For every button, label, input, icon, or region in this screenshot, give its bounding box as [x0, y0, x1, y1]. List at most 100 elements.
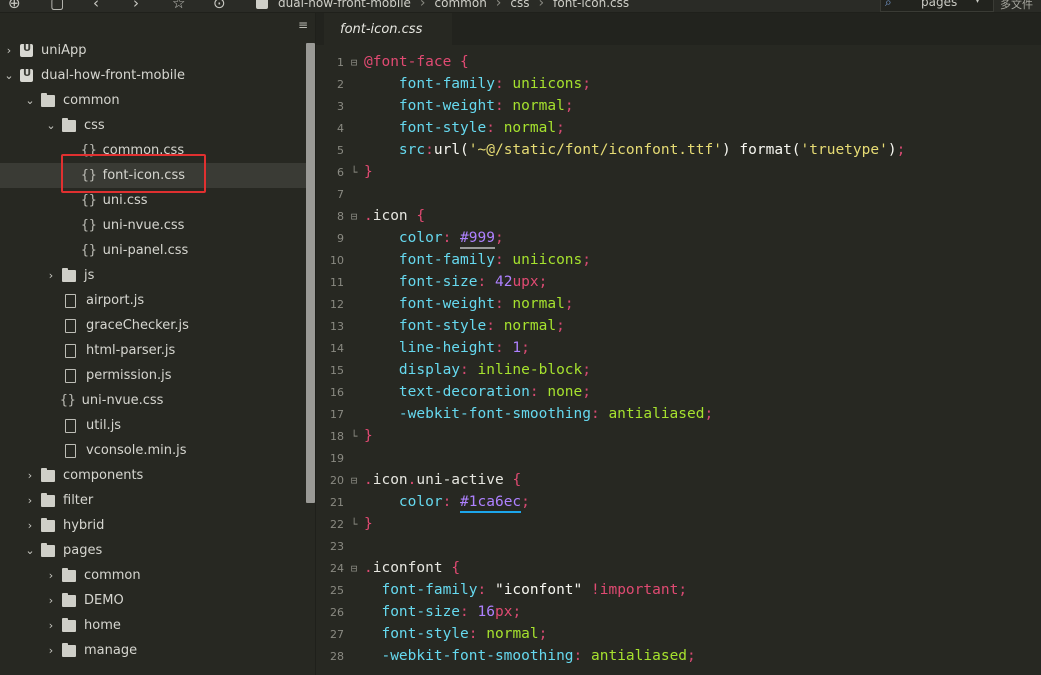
code-line[interactable]: 27 font-style: normal; [316, 623, 1041, 645]
tree-item[interactable]: ⌄ dual-how-front-mobile [0, 63, 310, 88]
chevron-right-icon[interactable]: › [46, 269, 56, 282]
code-line[interactable]: 14 line-height: 1; [316, 337, 1041, 359]
tree-item[interactable]: › hybrid [0, 513, 331, 538]
code-line[interactable]: 23 [316, 535, 1041, 557]
search-scope-value: pages [921, 0, 958, 9]
tree-item-label: html-parser.js [86, 343, 176, 358]
code-text: -webkit-font-smoothing: antialiased; [398, 406, 714, 422]
code-line[interactable]: 5 src:url('~@/static/font/iconfont.ttf')… [316, 139, 1041, 161]
folder-icon [62, 267, 76, 282]
multi-file-search-label[interactable]: 多文件搜 [1000, 0, 1041, 12]
search-scope-dropdown[interactable]: ⌕ pages ▾ [880, 0, 994, 12]
chevron-down-icon[interactable]: ⌄ [4, 69, 14, 82]
forward-icon[interactable]: › [133, 0, 139, 12]
tree-item-label: manage [84, 643, 138, 658]
code-line[interactable]: 25 font-family: "iconfont" !important; [316, 579, 1041, 601]
line-number: 12 [330, 297, 344, 311]
code-line[interactable]: 24 ⊟ .iconfont { [316, 557, 1041, 579]
code-line[interactable]: 28 -webkit-font-smoothing: antialiased; [316, 645, 1041, 667]
tree-item[interactable]: › uniApp [0, 38, 310, 63]
chevron-down-icon[interactable]: ⌄ [25, 94, 35, 107]
tab-font-icon-css[interactable]: font-icon.css [324, 13, 452, 45]
tree-item[interactable]: › filter [0, 488, 331, 513]
chevron-right-icon[interactable]: › [46, 619, 56, 632]
sidebar-scrollbar[interactable] [306, 43, 315, 503]
tree-item[interactable]: › manage [0, 638, 352, 663]
code-line[interactable]: 8 ⊟ .icon { [316, 205, 1041, 227]
tree-item[interactable]: util.js [0, 413, 352, 438]
tree-item-label: uni-panel.css [102, 243, 189, 258]
code-line[interactable]: 9 color: #999; [316, 227, 1041, 249]
breadcrumb-item[interactable]: common [435, 0, 487, 10]
chevron-right-icon[interactable]: › [25, 519, 35, 532]
fold-toggle-icon[interactable]: ⊟ [344, 210, 364, 223]
breadcrumb-item[interactable]: dual-how-front-mobile [278, 0, 411, 10]
tree-item[interactable]: permission.js [0, 363, 352, 388]
code-line[interactable]: 16 text-decoration: none; [316, 381, 1041, 403]
tree-item[interactable]: › DEMO [0, 588, 352, 613]
code-line[interactable]: 4 font-style: normal; [316, 117, 1041, 139]
chevron-down-icon[interactable]: ⌄ [46, 119, 56, 132]
code-editor[interactable]: font-icon.css 1 ⊟ @font-face {2 font-famil… [315, 13, 1041, 675]
code-line[interactable]: 7 [316, 183, 1041, 205]
tree-item[interactable]: vconsole.min.js [0, 438, 352, 463]
toolbar: ⊕ ▢ ‹ › ☆ ⊙ dual-how-front-mobile › comm… [0, 0, 1041, 13]
chevron-right-icon[interactable]: › [4, 44, 14, 57]
code-line[interactable]: 2 font-family: uniicons; [316, 73, 1041, 95]
line-number: 28 [330, 649, 344, 663]
run-icon[interactable]: ⊙ [213, 0, 226, 12]
code-line[interactable]: 19 [316, 447, 1041, 469]
breadcrumb-item[interactable]: font-icon.css [553, 0, 629, 10]
tree-item[interactable]: › home [0, 613, 352, 638]
code-line[interactable]: 15 display: inline-block; [316, 359, 1041, 381]
chevron-right-icon: › [538, 0, 545, 11]
code-text: font-weight: normal; [398, 98, 574, 114]
tree-item[interactable]: ⌄ common [0, 88, 331, 113]
tree-item[interactable]: › common [0, 563, 352, 588]
tree-item[interactable]: › components [0, 463, 331, 488]
back-icon[interactable]: ‹ [93, 0, 99, 12]
menu-icon[interactable]: ≡ [298, 19, 308, 31]
fold-toggle-icon[interactable]: ⊟ [344, 562, 364, 575]
folder-icon [62, 617, 76, 632]
code-line[interactable]: 10 font-family: uniicons; [316, 249, 1041, 271]
code-line[interactable]: 21 color: #1ca6ec; [316, 491, 1041, 513]
tree-item[interactable]: › js [0, 263, 352, 288]
tree-item[interactable]: {} uni-nvue.css [0, 388, 352, 413]
code-line[interactable]: 18 └} [316, 425, 1041, 447]
tree-item-label: util.js [86, 418, 122, 433]
code-line[interactable]: 26 font-size: 16px; [316, 601, 1041, 623]
fold-toggle-icon[interactable]: ⊟ [344, 56, 364, 69]
chevron-right-icon[interactable]: › [25, 494, 35, 507]
tree-item[interactable]: airport.js [0, 288, 352, 313]
code-line[interactable]: 6 └} [316, 161, 1041, 183]
star-icon[interactable]: ☆ [172, 0, 185, 12]
code-line[interactable]: 11 font-size: 42upx; [316, 271, 1041, 293]
chevron-right-icon[interactable]: › [46, 644, 56, 657]
tree-item-label: filter [63, 493, 94, 508]
save-icon[interactable]: ▢ [50, 0, 64, 12]
code-line[interactable]: 13 font-style: normal; [316, 315, 1041, 337]
tree-item[interactable]: html-parser.js [0, 338, 352, 363]
tree-item[interactable]: ⌄ css [0, 113, 352, 138]
tree-item-label: vconsole.min.js [86, 443, 187, 458]
code-line[interactable]: 12 font-weight: normal; [316, 293, 1041, 315]
code-line[interactable]: 20 ⊟ .icon.uni-active { [316, 469, 1041, 491]
code-line[interactable]: 3 font-weight: normal; [316, 95, 1041, 117]
line-number: 22 [330, 517, 344, 531]
code-line[interactable]: 22 └} [316, 513, 1041, 535]
chevron-right-icon[interactable]: › [25, 469, 35, 482]
project-explorer: ≡ › uniApp ⌄ dual-how-front-mobile ⌄ common ⌄ c… [0, 13, 373, 675]
breadcrumb-item[interactable]: css [510, 0, 529, 10]
new-file-icon[interactable]: ⊕ [8, 0, 21, 12]
fold-toggle-icon[interactable]: ⊟ [344, 474, 364, 487]
chevron-right-icon[interactable]: › [46, 594, 56, 607]
tree-item[interactable]: graceChecker.js [0, 313, 352, 338]
chevron-right-icon[interactable]: › [46, 569, 56, 582]
tree-item[interactable]: ⌄ pages [0, 538, 331, 563]
code-line[interactable]: 17 -webkit-font-smoothing: antialiased; [316, 403, 1041, 425]
tree-item-label: hybrid [63, 518, 105, 533]
code-line[interactable]: 1 ⊟ @font-face { [316, 51, 1041, 73]
chevron-down-icon[interactable]: ⌄ [25, 544, 35, 557]
line-number: 6 [337, 165, 344, 179]
